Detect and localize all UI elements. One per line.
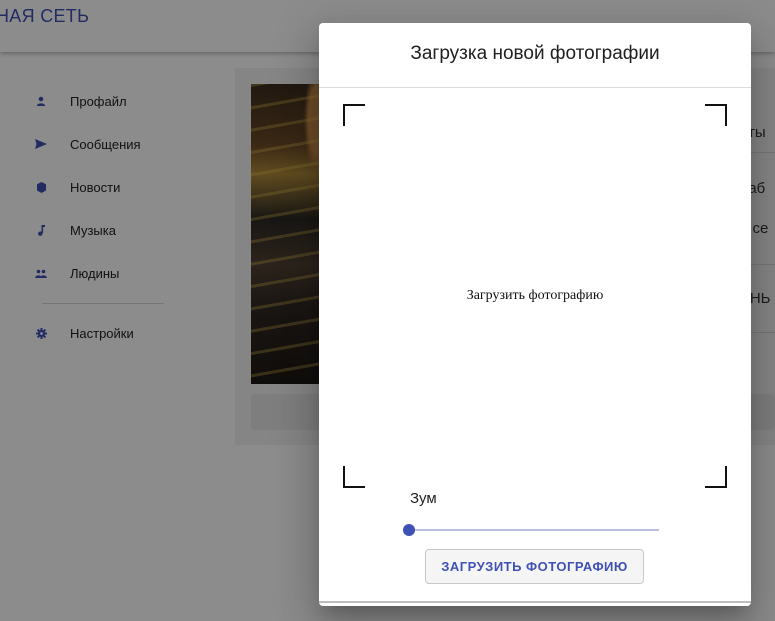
drop-area-label: Загрузить фотографию bbox=[466, 288, 604, 303]
zoom-label: Зум bbox=[410, 490, 437, 507]
dialog-title: Загрузка новой фотографии bbox=[410, 43, 660, 64]
crop-corner-bottom-left bbox=[343, 466, 365, 488]
photo-drop-area[interactable]: Загрузить фотографию bbox=[343, 104, 727, 488]
upload-photo-button[interactable]: ЗАГРУЗИТЬ ФОТОГРАФИЮ bbox=[425, 549, 644, 584]
zoom-slider[interactable] bbox=[403, 520, 661, 540]
crop-corner-bottom-right bbox=[705, 466, 727, 488]
crop-corner-top-left bbox=[343, 104, 365, 126]
crop-corner-top-right bbox=[705, 104, 727, 126]
dialog-bottom-edge bbox=[319, 601, 751, 603]
upload-photo-dialog: Загрузка новой фотографии Загрузить фото… bbox=[319, 23, 751, 606]
dialog-divider bbox=[319, 87, 751, 88]
page: НАЯ СЕТЬ Профайл Сообщения Новости Музык… bbox=[0, 0, 775, 621]
zoom-slider-thumb[interactable] bbox=[403, 524, 415, 536]
zoom-slider-track[interactable] bbox=[409, 529, 659, 531]
